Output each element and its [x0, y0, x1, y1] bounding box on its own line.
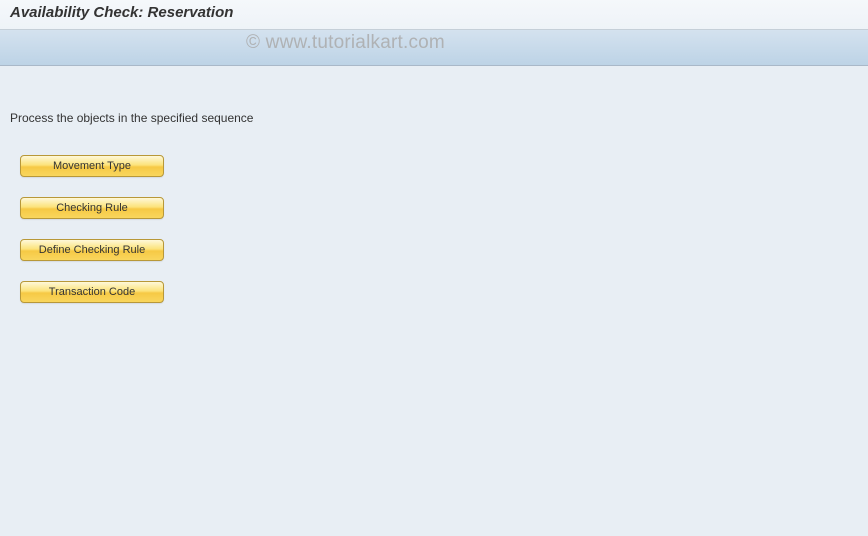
transaction-code-button[interactable]: Transaction Code: [20, 281, 164, 303]
define-checking-rule-button[interactable]: Define Checking Rule: [20, 239, 164, 261]
checking-rule-button[interactable]: Checking Rule: [20, 197, 164, 219]
instruction-text: Process the objects in the specified seq…: [10, 111, 858, 125]
header-bar: Availability Check: Reservation: [0, 0, 868, 30]
button-stack: Movement Type Checking Rule Define Check…: [10, 155, 858, 303]
content-area: Process the objects in the specified seq…: [0, 66, 868, 313]
page-title: Availability Check: Reservation: [10, 4, 858, 21]
toolbar-bar: [0, 30, 868, 66]
movement-type-button[interactable]: Movement Type: [20, 155, 164, 177]
